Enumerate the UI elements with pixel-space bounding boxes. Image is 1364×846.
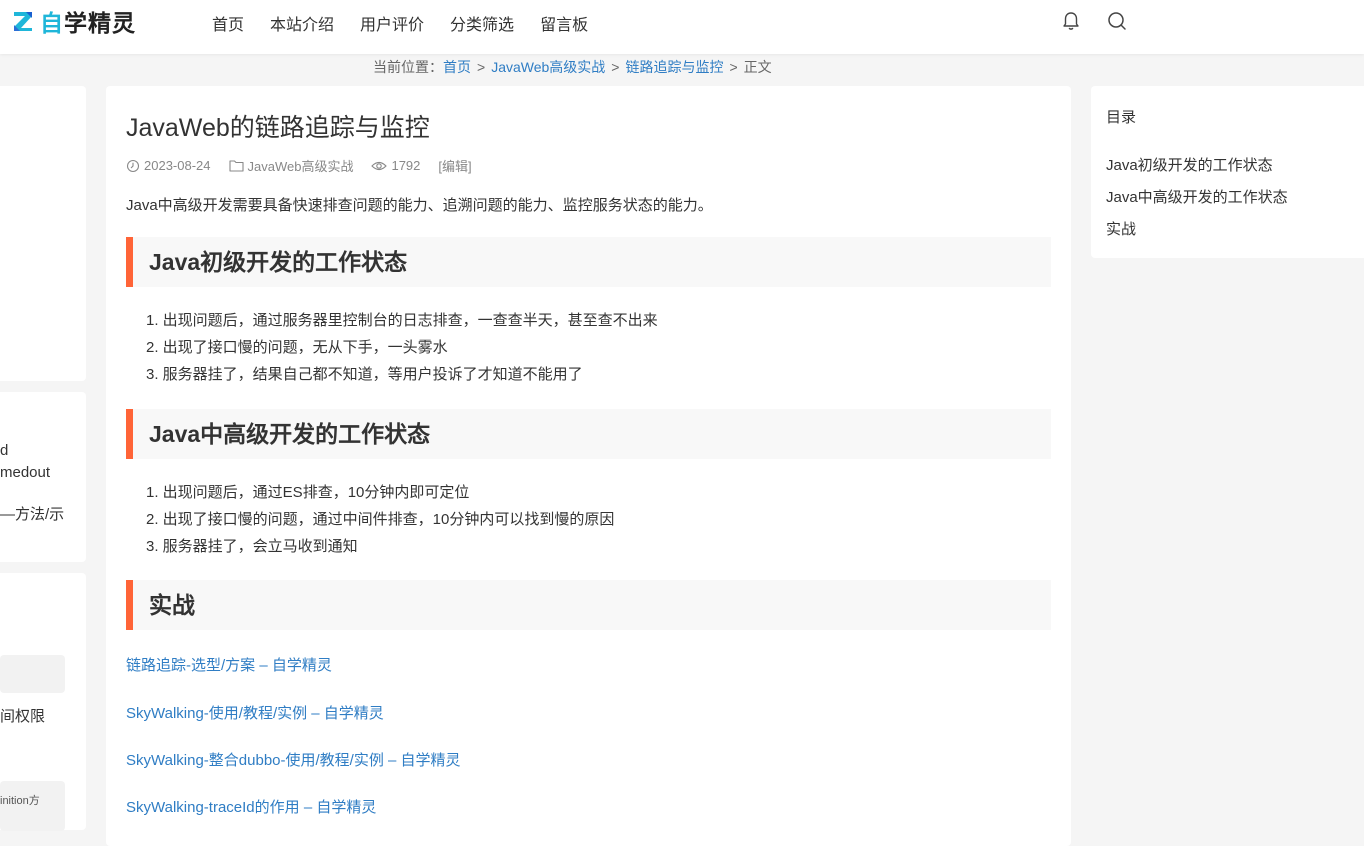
toc-title: 目录	[1106, 109, 1137, 126]
meta-category-text[interactable]: JavaWeb高级实战	[248, 156, 354, 175]
top-header: 自学精灵 首页 本站介绍 用户评价 分类筛选 留言板	[0, 0, 1364, 54]
left-sidebar-panel-1	[0, 86, 86, 381]
chevron-right-icon: >	[477, 59, 486, 75]
sidebar-fragment[interactable]: —方法/示	[0, 503, 64, 524]
list-item: 2. 出现了接口慢的问题，无从下手，一头雾水	[146, 339, 448, 356]
eye-icon	[371, 161, 388, 170]
nav-category-filter[interactable]: 分类筛选	[450, 11, 514, 35]
chevron-right-icon: >	[729, 59, 738, 75]
folder-icon	[228, 160, 244, 172]
search-icon[interactable]	[1106, 10, 1128, 32]
list-item: 1. 出现问题后，通过服务器里控制台的日志排查，一查查半天，甚至查不出来	[146, 312, 658, 329]
meta-category[interactable]: JavaWeb高级实战	[228, 156, 354, 175]
chevron-right-icon: >	[611, 59, 620, 75]
article-card: JavaWeb的链路追踪与监控 2023-08-24 JavaWeb高级实战 1…	[106, 86, 1071, 846]
toc-item[interactable]: 实战	[1106, 218, 1136, 239]
toc-item[interactable]: Java中高级开发的工作状态	[1106, 186, 1288, 207]
nav-about[interactable]: 本站介绍	[270, 11, 334, 35]
sidebar-fragment[interactable]: d	[0, 442, 8, 459]
breadcrumb-prefix: 当前位置：	[373, 59, 443, 75]
clock-icon	[126, 159, 140, 172]
main-nav: 首页 本站介绍 用户评价 分类筛选 留言板	[212, 11, 614, 35]
nav-reviews[interactable]: 用户评价	[360, 11, 424, 35]
section-heading: Java初级开发的工作状态	[126, 237, 1051, 287]
breadcrumb-category[interactable]: JavaWeb高级实战	[491, 59, 605, 75]
nav-guestbook[interactable]: 留言板	[540, 11, 588, 35]
meta-views-count: 1792	[391, 158, 421, 173]
sidebar-fragment[interactable]: inition方	[0, 792, 40, 808]
section-list: 1. 出现问题后，通过服务器里控制台的日志排查，一查查半天，甚至查不出来 2. …	[146, 307, 658, 388]
article-link[interactable]: 链路追踪-选型/方案 – 自学精灵	[126, 654, 332, 675]
sidebar-fragment[interactable]: medout	[0, 464, 50, 481]
meta-date-text: 2023-08-24	[144, 158, 211, 173]
article-link[interactable]: SkyWalking-整合dubbo-使用/教程/实例 – 自学精灵	[126, 749, 461, 770]
article-link[interactable]: SkyWalking-traceId的作用 – 自学精灵	[126, 796, 376, 817]
article-meta: 2023-08-24 JavaWeb高级实战 1792 [编辑]	[126, 156, 490, 175]
article-link[interactable]: SkyWalking-使用/教程/实例 – 自学精灵	[126, 702, 384, 723]
sidebar-thumb-block: inition方	[0, 781, 65, 831]
section-list: 1. 出现问题后，通过ES排查，10分钟内即可定位 2. 出现了接口慢的问题，通…	[146, 479, 614, 560]
meta-date: 2023-08-24	[126, 158, 211, 173]
meta-views: 1792	[371, 158, 420, 173]
breadcrumb-current: 正文	[743, 59, 772, 75]
site-logo[interactable]: 自学精灵	[12, 6, 136, 36]
list-item: 1. 出现问题后，通过ES排查，10分钟内即可定位	[146, 484, 470, 501]
sidebar-thumb-block	[0, 655, 65, 693]
breadcrumb: 当前位置：首页 > JavaWeb高级实战 > 链路追踪与监控 > 正文	[373, 57, 772, 77]
left-sidebar-panel-3: 间权限 inition方	[0, 573, 86, 831]
toc-item[interactable]: Java初级开发的工作状态	[1106, 154, 1273, 175]
breadcrumb-home[interactable]: 首页	[443, 59, 471, 75]
list-item: 3. 服务器挂了，结果自己都不知道，等用户投诉了才知道不能用了	[146, 366, 583, 383]
table-of-contents: 目录 Java初级开发的工作状态 Java中高级开发的工作状态 实战	[1091, 86, 1364, 258]
list-item: 3. 服务器挂了，会立马收到通知	[146, 538, 358, 555]
article-intro: Java中高级开发需要具备快速排查问题的能力、追溯问题的能力、监控服务状态的能力…	[126, 197, 713, 214]
edit-link[interactable]: [编辑]	[438, 156, 471, 175]
bell-icon[interactable]	[1060, 10, 1082, 32]
nav-home[interactable]: 首页	[212, 11, 244, 35]
breadcrumb-subcategory[interactable]: 链路追踪与监控	[625, 59, 723, 75]
logo-text: 自学精灵	[40, 10, 136, 36]
section-heading: 实战	[126, 580, 1051, 630]
article-title: JavaWeb的链路追踪与监控	[126, 114, 430, 142]
logo-mark-icon	[14, 12, 32, 31]
section-heading: Java中高级开发的工作状态	[126, 409, 1051, 459]
sidebar-fragment[interactable]: 间权限	[0, 705, 45, 726]
list-item: 2. 出现了接口慢的问题，通过中间件排查，10分钟内可以找到慢的原因	[146, 511, 615, 528]
left-sidebar-panel-2: d medout —方法/示	[0, 392, 86, 562]
